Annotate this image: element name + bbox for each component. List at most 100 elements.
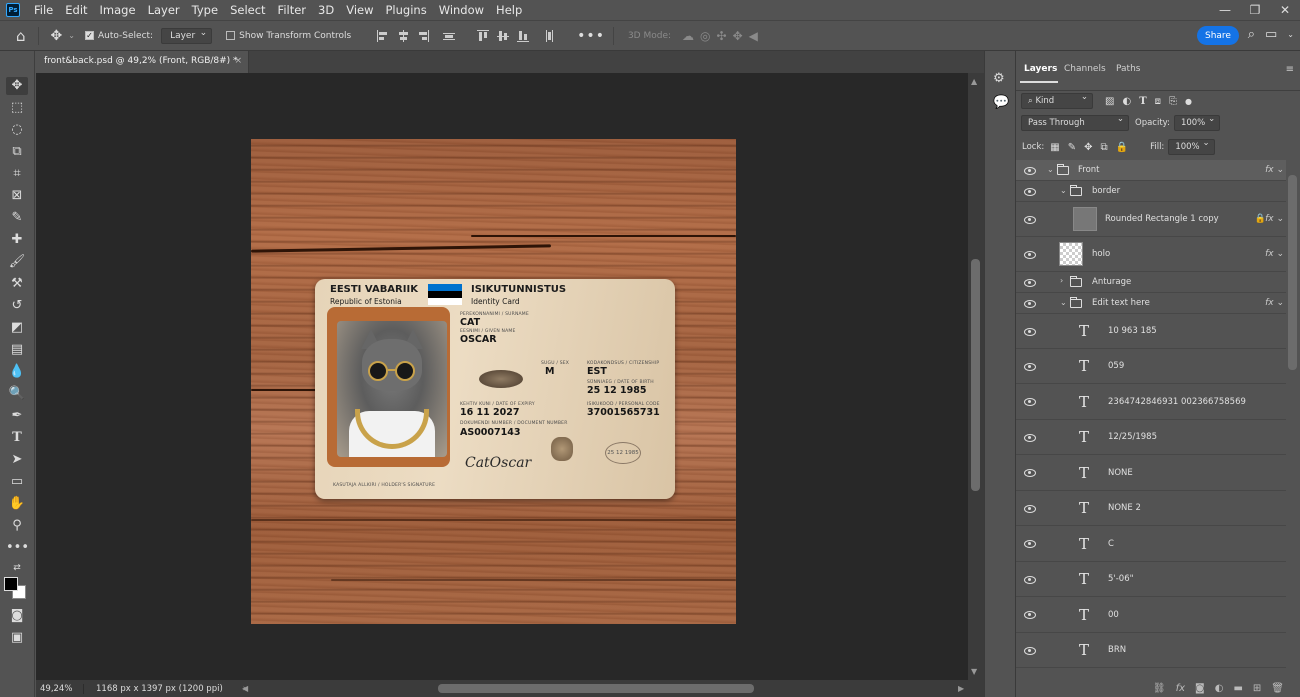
link-layers-icon[interactable]: ⛓	[1153, 683, 1166, 694]
layer-row[interactable]: T C	[1016, 526, 1286, 562]
vertical-scroll-thumb[interactable]	[971, 259, 980, 491]
layer-row[interactable]: ⌄ Front fx ⌄	[1016, 160, 1286, 181]
lasso-tool-icon[interactable]: ◌	[6, 121, 28, 139]
visibility-eye-icon[interactable]	[1024, 576, 1036, 584]
healing-brush-tool-icon[interactable]: ✚	[6, 231, 28, 249]
rectangle-tool-icon[interactable]: ▭	[6, 473, 28, 491]
visibility-eye-icon[interactable]	[1024, 251, 1036, 259]
close-icon[interactable]: ✕	[1270, 0, 1300, 20]
workspace-chevron-icon[interactable]: ⌄	[1287, 30, 1294, 42]
close-tab-icon[interactable]: ×	[234, 56, 242, 66]
visibility-eye-icon[interactable]	[1024, 216, 1036, 224]
layer-row[interactable]: ⌄ Edit text here fx ⌄	[1016, 293, 1286, 314]
fill-input[interactable]: 100%	[1168, 138, 1215, 155]
opacity-input[interactable]: 100%	[1173, 114, 1221, 131]
layer-row[interactable]: T 12/25/1985	[1016, 420, 1286, 455]
collapse-chevron-icon[interactable]: ⌄	[1060, 298, 1067, 307]
pixel-filter-icon[interactable]: ▨	[1105, 96, 1114, 107]
visibility-eye-icon[interactable]	[1024, 611, 1036, 619]
scroll-up-icon[interactable]: ▲	[971, 77, 977, 86]
layer-row[interactable]: T 5'-06"	[1016, 562, 1286, 597]
scroll-down-icon[interactable]: ▼	[971, 667, 977, 676]
3d-scale-icon[interactable]: ◀	[749, 29, 758, 43]
menu-plugins[interactable]: Plugins	[380, 0, 433, 20]
layer-row[interactable]: › Anturage	[1016, 272, 1286, 293]
tool-preset-chevron-icon[interactable]: ⌄	[68, 31, 75, 40]
add-layer-style-icon[interactable]: fx	[1176, 683, 1185, 694]
id-card[interactable]: EESTI VABARIIK Republic of Estonia ISIKU…	[315, 279, 675, 499]
layer-row[interactable]: T 10 963 185	[1016, 314, 1286, 349]
layer-row[interactable]: T NONE	[1016, 455, 1286, 491]
visibility-eye-icon[interactable]	[1024, 647, 1036, 655]
delete-layer-icon[interactable]: 🗑	[1271, 683, 1284, 694]
horizontal-scroll-thumb[interactable]	[438, 684, 754, 693]
filter-toggle-icon[interactable]: ●	[1185, 97, 1192, 106]
visibility-eye-icon[interactable]	[1024, 363, 1036, 371]
restore-icon[interactable]: ❐	[1240, 0, 1270, 20]
layer-row[interactable]: T 00	[1016, 597, 1286, 633]
visibility-eye-icon[interactable]	[1024, 540, 1036, 548]
tab-layers[interactable]: Layers	[1024, 64, 1057, 74]
move-tool-icon[interactable]: ✥	[6, 77, 28, 95]
adjustment-filter-icon[interactable]: ◐	[1122, 96, 1131, 107]
foreground-color-swatch[interactable]	[4, 577, 18, 591]
zoom-level[interactable]: 49,24%	[36, 683, 84, 694]
menu-select[interactable]: Select	[224, 0, 271, 20]
share-button[interactable]: Share	[1197, 26, 1239, 45]
lock-image-icon[interactable]: ✎	[1068, 142, 1076, 153]
eraser-tool-icon[interactable]: ◩	[6, 319, 28, 337]
menu-filter[interactable]: Filter	[272, 0, 312, 20]
panel-menu-icon[interactable]: ≡	[1286, 64, 1294, 75]
visibility-eye-icon[interactable]	[1024, 279, 1036, 287]
align-vertical-centers-icon[interactable]	[497, 30, 510, 42]
comments-panel-icon[interactable]: 💬	[993, 95, 1009, 110]
align-right-edges-icon[interactable]	[417, 29, 430, 42]
clone-stamp-tool-icon[interactable]: ⚒	[6, 275, 28, 293]
object-selection-tool-icon[interactable]: ⧉	[6, 143, 28, 161]
swap-colors-icon[interactable]: ⇄	[6, 559, 28, 577]
menu-3d[interactable]: 3D	[312, 0, 340, 20]
properties-panel-icon[interactable]: ⚙	[993, 71, 1005, 86]
collapse-chevron-icon[interactable]: ⌄	[1047, 165, 1054, 174]
align-left-edges-icon[interactable]	[377, 29, 389, 42]
align-top-edges-icon[interactable]	[477, 29, 490, 42]
new-layer-icon[interactable]: ⊞	[1253, 683, 1261, 694]
visibility-eye-icon[interactable]	[1024, 300, 1036, 308]
lock-artboard-icon[interactable]: ⧉	[1100, 142, 1107, 153]
smart-object-filter-icon[interactable]: ⎘	[1169, 96, 1177, 107]
fx-icon[interactable]: fx ⌄	[1265, 214, 1284, 224]
align-horizontal-centers-icon[interactable]	[397, 29, 409, 42]
3d-orbit-icon[interactable]: ☁	[682, 29, 694, 43]
gradient-tool-icon[interactable]: ▤	[6, 341, 28, 359]
workspace-icon[interactable]: ▭	[1265, 27, 1277, 42]
more-options-icon[interactable]: •••	[577, 28, 605, 44]
layer-row[interactable]: Rounded Rectangle 1 copy 🔒 fx ⌄	[1016, 202, 1286, 237]
zoom-tool-icon[interactable]: ⚲	[6, 517, 28, 535]
pen-tool-icon[interactable]: ✒	[6, 407, 28, 425]
minimize-icon[interactable]: —	[1210, 0, 1240, 20]
screen-mode-icon[interactable]: ▣	[6, 629, 28, 647]
canvas-area[interactable]: EESTI VABARIIK Republic of Estonia ISIKU…	[36, 73, 968, 680]
scroll-right-icon[interactable]: ▶	[958, 684, 964, 693]
menu-file[interactable]: File	[28, 0, 59, 20]
tab-paths[interactable]: Paths	[1116, 64, 1140, 74]
menu-window[interactable]: Window	[433, 0, 490, 20]
visibility-eye-icon[interactable]	[1024, 188, 1036, 196]
menu-type[interactable]: Type	[186, 0, 224, 20]
auto-select-dropdown[interactable]: Layer	[161, 27, 213, 44]
brush-tool-icon[interactable]: 🖌	[6, 253, 28, 271]
collapse-chevron-icon[interactable]: ⌄	[1060, 186, 1067, 195]
distribute-horizontal-icon[interactable]	[543, 29, 555, 42]
edit-toolbar-icon[interactable]: •••	[6, 539, 29, 557]
type-tool-icon[interactable]: T	[6, 429, 28, 447]
blend-mode-dropdown[interactable]: Pass Through	[1021, 114, 1129, 131]
3d-slide-icon[interactable]: ✥	[733, 29, 743, 43]
document-tab[interactable]: front&back.psd @ 49,2% (Front, RGB/8#) *…	[36, 51, 249, 73]
visibility-eye-icon[interactable]	[1024, 398, 1036, 406]
vertical-scrollbar[interactable]: ▲ ▼	[968, 73, 984, 680]
layer-row[interactable]: T BRN	[1016, 633, 1286, 668]
auto-select-checkbox[interactable]: ✓ Auto-Select:	[84, 31, 153, 41]
layer-row[interactable]: T 059	[1016, 349, 1286, 384]
menu-edit[interactable]: Edit	[59, 0, 93, 20]
visibility-eye-icon[interactable]	[1024, 469, 1036, 477]
